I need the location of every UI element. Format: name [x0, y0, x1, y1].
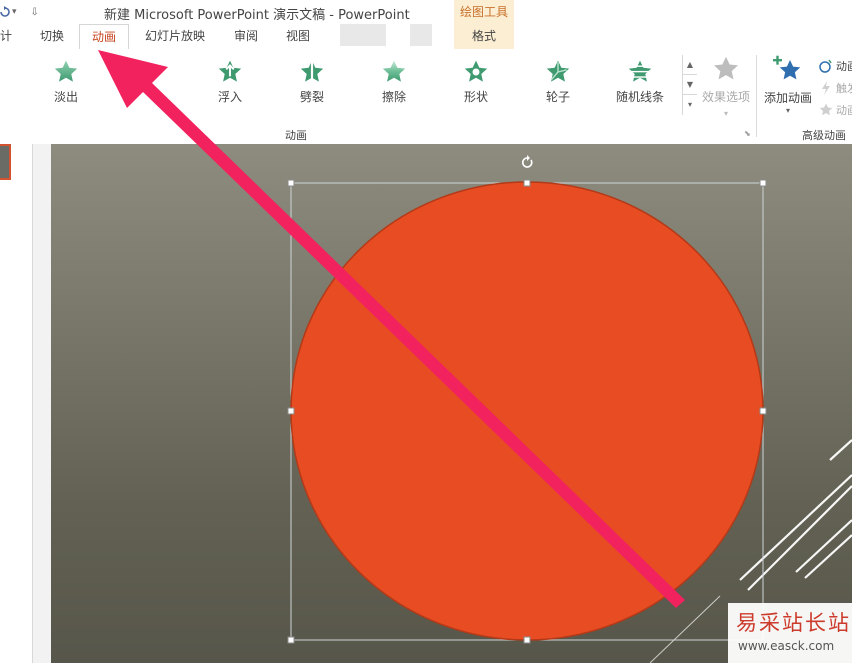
- watermark-text: 易采站长站: [736, 611, 851, 635]
- animation-group-label: 动画: [285, 129, 307, 142]
- tab-view[interactable]: 视图: [276, 24, 320, 49]
- gallery-more-icon[interactable]: ▾: [683, 95, 697, 114]
- advanced-animation-group-label: 高级动画: [802, 129, 846, 142]
- animation-pane-button[interactable]: 动画: [818, 55, 852, 77]
- gallery-label: 劈裂: [299, 90, 324, 104]
- drawing-tools-header: 绘图工具: [454, 0, 514, 24]
- effects-options-button[interactable]: 效果选项 ▾: [698, 55, 754, 119]
- title-bar: ▾ ⇩ 新建 Microsoft PowerPoint 演示文稿 - Power…: [0, 0, 852, 24]
- add-animation-button[interactable]: 添加动画 ▾: [762, 55, 814, 115]
- blurred-tab: [410, 24, 432, 46]
- shape-star-icon: [464, 60, 488, 82]
- trigger-label: 触发: [836, 82, 852, 95]
- gallery-label: 形状: [463, 90, 488, 104]
- advanced-animation-list: 动画 触发 动画: [818, 55, 852, 121]
- effects-options-label: 效果选项: [701, 90, 750, 104]
- chevron-down-icon: ▾: [723, 109, 728, 118]
- wheel-star-icon: [546, 60, 570, 82]
- scroll-down-icon[interactable]: ▼: [683, 75, 697, 95]
- gallery-item-wipe[interactable]: 擦除: [366, 59, 422, 111]
- window-title: 新建 Microsoft PowerPoint 演示文稿 - PowerPoin…: [104, 8, 410, 23]
- tab-format[interactable]: 格式: [454, 24, 514, 49]
- refresh-icon[interactable]: [0, 6, 10, 18]
- random-bars-star-icon: [628, 60, 652, 82]
- tab-animations[interactable]: 动画: [79, 24, 129, 51]
- blurred-tab: [340, 24, 386, 46]
- gallery-label: 擦除: [381, 90, 406, 104]
- animation-gallery: 淡出 浮入 劈裂 擦除 形状 轮子 随机线条: [0, 55, 696, 111]
- tab-transitions[interactable]: 切换: [30, 24, 74, 49]
- gallery-item-random-bars[interactable]: 随机线条: [612, 59, 668, 111]
- add-animation-label: 添加动画: [763, 91, 812, 105]
- chevron-down-icon[interactable]: ▾: [12, 7, 17, 17]
- animation-painter-icon: [819, 103, 833, 116]
- gallery-item-split[interactable]: 劈裂: [284, 59, 340, 111]
- gallery-label: 淡出: [53, 90, 78, 104]
- tab-slideshow[interactable]: 幻灯片放映: [137, 24, 213, 49]
- gallery-label: 浮入: [217, 90, 242, 104]
- drawing-tools-label: 绘图工具: [459, 5, 508, 19]
- wipe-star-icon: [382, 60, 406, 82]
- chevron-down-icon: ▾: [785, 106, 790, 115]
- group-divider: [756, 55, 757, 137]
- gallery-scrollbar[interactable]: ▲ ▼ ▾: [682, 55, 697, 115]
- animation-painter-label: 动画: [836, 104, 852, 117]
- gallery-item-shape[interactable]: 形状: [448, 59, 504, 111]
- fade-star-icon: [54, 60, 78, 82]
- tab-design-partial[interactable]: 计: [0, 24, 12, 49]
- animation-painter-button[interactable]: 动画: [818, 99, 852, 121]
- ribbon-tabs: 计 切换 动画 幻灯片放映 审阅 视图 格式: [0, 24, 852, 51]
- customize-icon[interactable]: ⇩: [31, 7, 39, 18]
- trigger-icon: [822, 81, 830, 95]
- animation-pane-label: 动画: [836, 60, 852, 73]
- quick-access-toolbar: ▾ ⇩: [0, 3, 39, 21]
- gallery-item-float-in[interactable]: 浮入: [202, 59, 258, 111]
- trigger-button[interactable]: 触发: [818, 77, 852, 99]
- gallery-label: 轮子: [545, 90, 570, 104]
- gallery-label: 随机线条: [615, 90, 664, 104]
- ribbon-animations: 淡出 浮入 劈裂 擦除 形状 轮子 随机线条 ▲ ▼ ▾ 效果选项 ▾ 动画 ⬊…: [0, 49, 852, 145]
- dialog-launcher-icon[interactable]: ⬊: [744, 129, 751, 138]
- slide-thumbnail-pane[interactable]: [0, 144, 33, 663]
- watermark-url: www.easck.com: [738, 639, 835, 653]
- gallery-item-wheel[interactable]: 轮子: [530, 59, 586, 111]
- effects-star-icon: [713, 56, 739, 80]
- tab-review[interactable]: 审阅: [224, 24, 268, 49]
- watermark: 易采站长站 www.easck.com: [728, 603, 852, 663]
- split-star-icon: [300, 60, 324, 83]
- float-in-star-icon: [218, 60, 242, 82]
- gallery-item-fade[interactable]: 淡出: [38, 59, 94, 111]
- scroll-up-icon[interactable]: ▲: [683, 55, 697, 75]
- slide-thumbnail[interactable]: [0, 144, 11, 180]
- slide[interactable]: [51, 144, 852, 663]
- add-animation-icon: [773, 55, 801, 80]
- animation-pane-icon: [819, 59, 832, 73]
